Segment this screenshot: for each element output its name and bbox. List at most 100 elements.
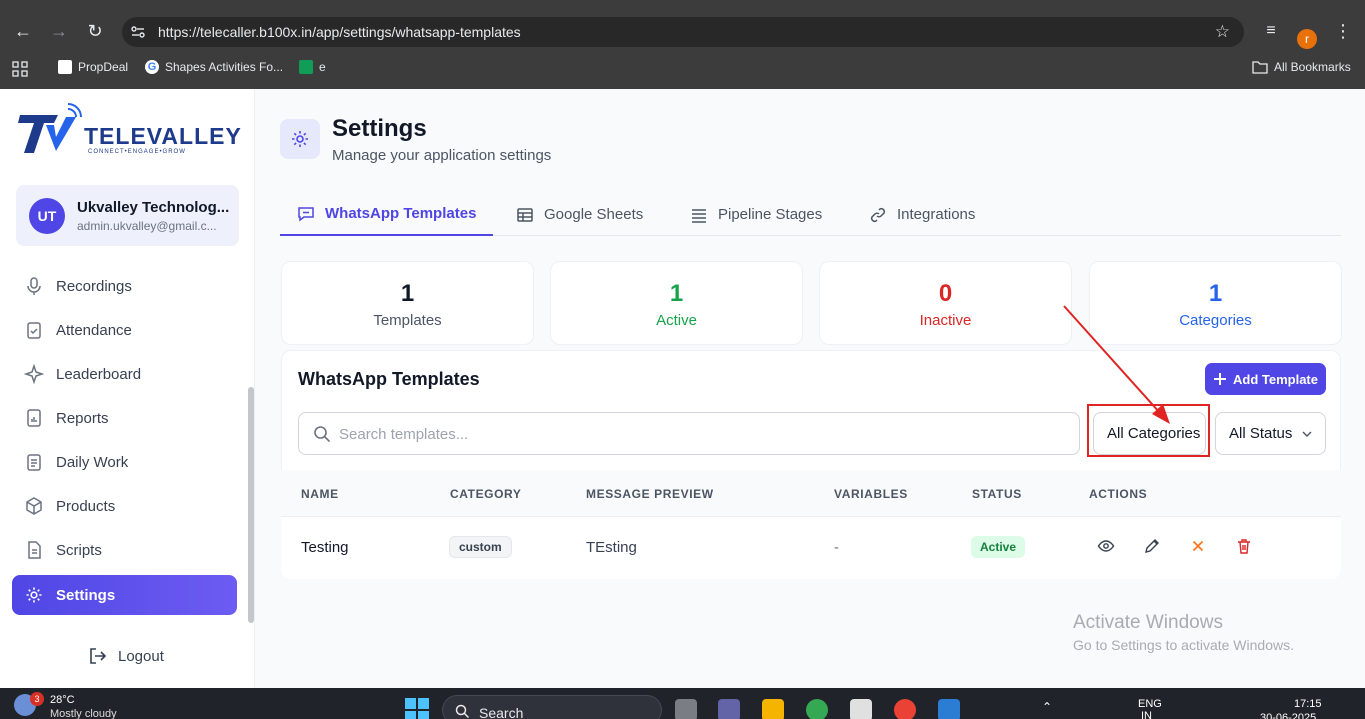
chrome-icon[interactable] [806,699,828,719]
sparkle-icon [24,364,44,384]
forward-icon[interactable]: → [46,18,72,44]
stat-value: 1 [400,280,415,307]
all-bookmarks-button[interactable]: All Bookmarks [1252,60,1351,74]
tray-chevron-up-icon[interactable]: ⌃ [1042,700,1052,714]
app-root: TELEVALLEY CONNECT•ENGAGE•GROW UT Ukvall… [0,89,1365,688]
page-subtitle: Manage your application settings [332,147,552,164]
deactivate-x-icon[interactable] [1189,537,1207,555]
user-card[interactable]: UT Ukvalley Technolog... admin.ukvalley@… [16,185,239,246]
browser-menu-icon[interactable]: ⋮ [1330,18,1356,44]
sidebar-item-recordings[interactable]: Recordings [12,266,237,306]
sidebar-item-label: Daily Work [56,453,129,471]
file-explorer-icon[interactable] [762,699,784,719]
table-row[interactable]: Testing custom TEsting - Active [281,518,1341,578]
bookmark-propdeal[interactable]: PropDeal [58,60,128,74]
search-field[interactable] [298,412,1080,455]
sidebar-item-settings[interactable]: Settings [12,575,237,615]
sidebar-item-label: Recordings [56,277,132,295]
clock-time[interactable]: 17:15 [1294,698,1322,710]
bookmark-star-icon[interactable]: ☆ [1215,22,1230,42]
bookmark-e[interactable]: e [299,60,326,74]
chevron-down-icon [1302,431,1312,437]
variables-value: - [834,539,839,556]
logout-icon [90,648,107,664]
bookmark-label: Shapes Activities Fo... [165,60,284,74]
sidebar-item-daily-work[interactable]: Daily Work [12,442,237,482]
category-badge: custom [449,536,512,558]
tab-pipeline-stages[interactable]: Pipeline Stages [673,193,839,236]
task-view-icon[interactable] [675,699,697,719]
search-icon [314,426,331,443]
user-email: admin.ukvalley@gmail.c... [77,219,217,233]
meet-app-icon[interactable] [718,699,740,719]
sidebar-item-reports[interactable]: Reports [12,398,237,438]
stat-value: 0 [938,280,953,307]
template-name: Testing [301,539,349,556]
stat-label: Categories [1179,312,1252,329]
add-template-button[interactable]: Add Template [1205,363,1326,395]
main-content: Settings Manage your application setting… [256,89,1365,688]
reading-list-icon[interactable]: ≡ [1258,18,1284,44]
bookmark-shapes[interactable]: G Shapes Activities Fo... [145,60,283,74]
tab-integrations[interactable]: Integrations [852,193,992,236]
tab-google-sheets[interactable]: Google Sheets [499,193,660,236]
profile-avatar[interactable]: r [1297,29,1317,49]
chat-icon [298,206,314,221]
status-filter-select[interactable]: All Status [1215,412,1326,455]
delete-trash-icon[interactable] [1235,537,1253,555]
chrome-profile-icon[interactable] [894,699,916,719]
add-template-label: Add Template [1233,371,1318,387]
site-info-icon[interactable] [130,24,146,40]
annotation-highlight-box [1087,404,1210,457]
apps-grid-icon[interactable] [12,61,28,77]
sidebar-item-leaderboard[interactable]: Leaderboard [12,354,237,394]
folder-icon [1252,61,1268,74]
view-eye-icon[interactable] [1097,537,1115,555]
sidebar-item-attendance[interactable]: Attendance [12,310,237,350]
tv-logo-mark-icon [18,103,82,153]
tab-label: Google Sheets [544,206,644,223]
televalley-logo[interactable]: TELEVALLEY CONNECT•ENGAGE•GROW [18,103,241,159]
settings-tabs: WhatsApp Templates Google Sheets Pipelin… [280,193,1341,236]
stat-card-categories: 1 Categories [1089,261,1342,345]
stat-card-templates: 1 Templates [281,261,534,345]
taskbar-search[interactable]: Search [442,695,662,719]
mic-icon [27,277,41,295]
search-input[interactable] [339,421,1059,447]
region-indicator: IN [1141,710,1152,719]
reload-icon[interactable]: ↻ [82,18,108,44]
sidebar-scrollbar[interactable] [248,387,254,623]
logout-button[interactable]: Logout [88,646,164,666]
taskbar-search-label: Search [479,705,524,719]
google-favicon-icon: G [145,60,159,74]
language-indicator[interactable]: ENG [1138,698,1162,710]
back-icon[interactable]: ← [10,18,36,44]
edit-pencil-icon[interactable] [1143,537,1161,555]
column-header: MESSAGE PREVIEW [586,487,714,501]
bookmarks-bar: PropDeal G Shapes Activities Fo... e All… [0,56,1365,82]
snipping-tool-icon[interactable] [850,699,872,719]
settings-page-icon [280,119,320,159]
message-preview: TEsting [586,539,637,556]
tab-whatsapp-templates[interactable]: WhatsApp Templates [280,193,494,236]
status-filter-value: All Status [1229,425,1293,442]
column-header: VARIABLES [834,487,908,501]
plus-icon [1214,373,1226,385]
paint-app-icon[interactable] [938,699,960,719]
clipboard-check-icon [27,322,41,339]
sidebar-item-scripts[interactable]: Scripts [12,530,237,570]
tab-label: Pipeline Stages [718,206,823,223]
bookmark-label: PropDeal [78,60,129,74]
column-header: ACTIONS [1089,487,1148,501]
status-badge: Active [971,536,1026,558]
sidebar-item-label: Products [56,497,116,515]
address-bar[interactable]: https://telecaller.b100x.in/app/settings… [122,17,1244,47]
windows-start-icon[interactable] [405,698,429,719]
sidebar-item-products[interactable]: Products [12,486,237,526]
clipboard-list-icon [27,454,41,471]
column-header: CATEGORY [450,487,522,501]
gear-icon [292,131,308,147]
avatar: UT [29,198,65,234]
file-text-icon [28,541,41,559]
logo-wordmark: TELEVALLEY [84,123,242,149]
